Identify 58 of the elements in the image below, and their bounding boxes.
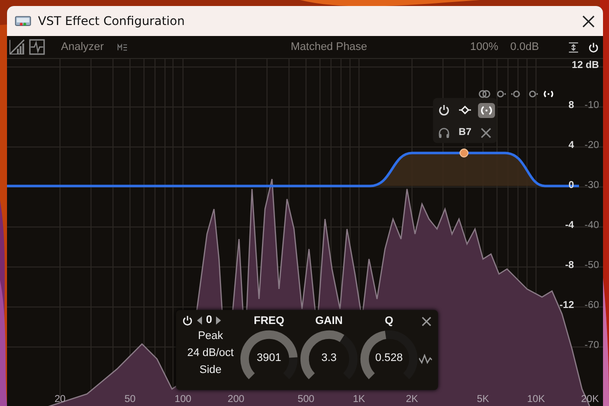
mid-side-icon[interactable] [116,42,128,52]
previous-band-icon[interactable] [197,316,202,324]
filter-shape-icon[interactable] [458,104,471,116]
output-gain[interactable]: 0.0dB [510,41,539,53]
frequency-label: 20 [53,393,67,406]
window-title: VST Effect Configuration [38,14,185,28]
knob-label: Q [384,314,394,329]
close-icon [582,14,594,28]
filter-type[interactable]: Peak [198,329,224,343]
waveform-icon[interactable] [419,354,432,364]
gain-scale-label: -4 [565,219,574,233]
app-icon [15,16,31,26]
frequency-label: 5K [476,393,490,406]
analyzer-scale-label: -70 [584,339,599,353]
frequency-label: 50 [123,393,137,406]
close-icon[interactable] [480,126,492,138]
fit-icon[interactable] [568,42,579,52]
analyzer-scale-label: -50 [584,259,599,273]
power-icon[interactable] [588,42,599,52]
analyzer-scale-label: -60 [584,299,599,313]
gain-scale-label: -8 [565,259,574,273]
frequency-label: 200 [226,393,246,406]
stereo-placement-icon[interactable] [478,102,495,118]
gain-scale-label: 4 [568,139,574,153]
gain-scale-label: 0 [568,179,574,193]
knob-value[interactable]: 3.3 [299,352,359,364]
analyzer-scale-label: -20 [584,139,599,153]
power-icon[interactable] [182,314,193,326]
scale-value[interactable]: 100% [470,41,498,53]
frequency-label: 1K [352,393,366,406]
analyzer-scale-label: -30 [584,179,599,193]
frequency-label: 2K [404,393,420,406]
knob-label: GAIN [315,314,343,329]
knob-label: FREQ [254,314,284,329]
phase-mode[interactable]: Matched Phase [230,41,368,53]
frequency-label: 100 [174,393,192,406]
stereo-mode-icon[interactable] [542,89,555,99]
gain-scale-label: 8 [568,99,574,113]
power-icon[interactable] [438,104,450,116]
close-icon[interactable] [421,316,432,327]
band-label: B7 [458,127,472,138]
gain-scale-label: 12 dB [572,59,599,73]
frequency-label: 500 [296,393,316,406]
analyzer-label[interactable]: Analyzer [61,41,104,53]
next-band-icon[interactable] [216,316,222,324]
headphones-icon[interactable] [438,126,450,138]
gain-scale-label: -12 [560,299,574,313]
channel-mode[interactable]: Side [199,363,222,377]
analyzer-scale-label: -10 [584,99,599,113]
knob-value[interactable]: 3901 [239,352,299,364]
knob-value[interactable]: 0.528 [359,352,419,364]
analyzer-icon[interactable] [29,39,45,55]
filter-slope[interactable]: 24 dB/oct [187,346,234,360]
band-index: 0 [206,314,212,326]
band-node[interactable] [460,148,468,158]
analyzer-scale-label: -40 [584,219,599,233]
frequency-label: 10K [526,393,546,406]
eq-curve-icon[interactable] [9,39,25,55]
